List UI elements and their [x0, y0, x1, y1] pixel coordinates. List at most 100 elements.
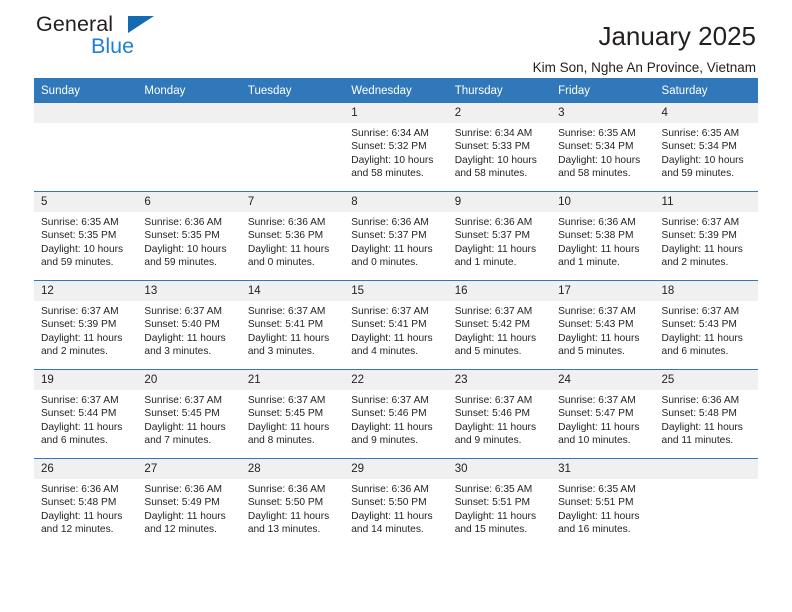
calendar-day-cell[interactable]: 12 Sunrise: 6:37 AM Sunset: 5:39 PM Dayligh…	[34, 280, 138, 370]
calendar-day-cell[interactable]: 9 Sunrise: 6:36 AM Sunset: 5:37 PM Daylight…	[447, 191, 552, 281]
calendar-day-cell[interactable]: 30 Sunrise: 6:35 AM Sunset: 5:51 PM Dayligh…	[447, 458, 552, 547]
calendar-day-cell[interactable]: 26 Sunrise: 6:36 AM Sunset: 5:48 PM Dayligh…	[34, 458, 138, 547]
day-details: Sunrise: 6:36 AM Sunset: 5:37 PM Daylight:…	[344, 212, 447, 269]
day-details: Sunrise: 6:35 AM Sunset: 5:34 PM Daylight:…	[655, 123, 758, 180]
day-details: Sunrise: 6:37 AM Sunset: 5:45 PM Daylight:…	[241, 390, 344, 447]
daylight-duration-line2: and 5 minutes.	[558, 345, 625, 357]
day-details: Sunrise: 6:37 AM Sunset: 5:45 PM Daylight:…	[137, 390, 240, 447]
sunset-time: Sunset: 5:48 PM	[41, 497, 117, 509]
calendar-day-cell[interactable]: 7 Sunrise: 6:36 AM Sunset: 5:36 PM Daylight…	[240, 191, 345, 281]
calendar-day-cell[interactable]: 22 Sunrise: 6:37 AM Sunset: 5:46 PM Dayligh…	[344, 369, 448, 459]
sunset-time: Sunset: 5:50 PM	[351, 497, 427, 509]
sunset-time: Sunset: 5:33 PM	[454, 141, 531, 153]
day-number: 7	[240, 192, 345, 212]
daylight-duration-line2: and 12 minutes.	[41, 523, 114, 535]
sunset-time: Sunset: 5:36 PM	[247, 230, 324, 242]
general-blue-logo[interactable]: General Blue	[36, 12, 236, 66]
weekday-header-wednesday: Wednesday	[344, 78, 448, 103]
day-number	[240, 103, 345, 123]
day-details: Sunrise: 6:37 AM Sunset: 5:40 PM Daylight:…	[137, 301, 240, 358]
sunrise-time: Sunrise: 6:35 AM	[41, 217, 119, 228]
calendar-day-cell[interactable]: 24 Sunrise: 6:37 AM Sunset: 5:47 PM Dayligh…	[551, 369, 655, 459]
sunrise-time: Sunrise: 6:37 AM	[454, 395, 533, 406]
calendar-day-cell[interactable]: 6 Sunrise: 6:36 AM Sunset: 5:35 PM Daylight…	[137, 191, 241, 281]
daylight-duration-line2: and 14 minutes.	[351, 523, 424, 535]
day-number: 4	[654, 103, 758, 123]
day-number: 22	[344, 370, 448, 390]
calendar-day-cell[interactable]: 25 Sunrise: 6:36 AM Sunset: 5:48 PM Dayligh…	[654, 369, 758, 459]
calendar-day-cell[interactable]: 31 Sunrise: 6:35 AM Sunset: 5:51 PM Dayligh…	[551, 458, 655, 547]
daylight-duration-line1: Daylight: 10 hours	[351, 154, 434, 166]
daylight-duration-line2: and 59 minutes.	[661, 167, 735, 179]
daylight-duration-line2: and 2 minutes.	[41, 345, 108, 357]
day-details: Sunrise: 6:36 AM Sunset: 5:50 PM Daylight:…	[344, 479, 447, 536]
daylight-duration-line1: Daylight: 11 hours	[247, 332, 330, 344]
page-subtitle: Kim Son, Nghe An Province, Vietnam	[532, 59, 756, 75]
day-number: 2	[447, 103, 552, 123]
daylight-duration-line2: and 2 minutes.	[661, 256, 729, 268]
daylight-duration-line1: Daylight: 11 hours	[558, 421, 640, 433]
calendar-day-cell[interactable]: 28 Sunrise: 6:36 AM Sunset: 5:50 PM Dayligh…	[240, 458, 345, 547]
daylight-duration-line1: Daylight: 11 hours	[144, 510, 226, 522]
daylight-duration-line1: Daylight: 10 hours	[558, 154, 641, 166]
sunrise-time: Sunrise: 6:35 AM	[661, 128, 740, 139]
daylight-duration-line2: and 9 minutes.	[454, 434, 522, 446]
daylight-duration-line1: Daylight: 11 hours	[41, 510, 123, 522]
calendar-day-cell[interactable]: 10 Sunrise: 6:36 AM Sunset: 5:38 PM Dayligh…	[551, 191, 655, 281]
day-details: Sunrise: 6:37 AM Sunset: 5:43 PM Daylight:…	[655, 301, 758, 358]
calendar-day-cell[interactable]: 19 Sunrise: 6:37 AM Sunset: 5:44 PM Dayligh…	[34, 369, 138, 459]
calendar-day-cell[interactable]: 27 Sunrise: 6:36 AM Sunset: 5:49 PM Dayligh…	[137, 458, 241, 547]
day-details: Sunrise: 6:34 AM Sunset: 5:32 PM Daylight:…	[344, 123, 447, 180]
daylight-duration-line1: Daylight: 11 hours	[454, 243, 537, 255]
calendar-cell-empty	[654, 458, 758, 547]
day-number: 31	[551, 459, 655, 479]
calendar-day-cell[interactable]: 29 Sunrise: 6:36 AM Sunset: 5:50 PM Dayligh…	[344, 458, 448, 547]
calendar-day-cell[interactable]: 1 Sunrise: 6:34 AM Sunset: 5:32 PM Daylight…	[344, 103, 448, 192]
sunset-time: Sunset: 5:51 PM	[454, 497, 531, 509]
calendar-day-cell[interactable]: 13 Sunrise: 6:37 AM Sunset: 5:40 PM Dayligh…	[137, 280, 241, 370]
sunset-time: Sunset: 5:43 PM	[661, 319, 737, 331]
sunset-time: Sunset: 5:35 PM	[41, 230, 117, 242]
calendar-day-cell[interactable]: 20 Sunrise: 6:37 AM Sunset: 5:45 PM Dayligh…	[137, 369, 241, 459]
sunset-time: Sunset: 5:35 PM	[144, 230, 220, 242]
daylight-duration-line1: Daylight: 11 hours	[558, 332, 640, 344]
day-number: 3	[551, 103, 655, 123]
daylight-duration-line2: and 0 minutes.	[247, 256, 315, 268]
sunset-time: Sunset: 5:45 PM	[247, 408, 324, 420]
calendar-day-cell[interactable]: 5 Sunrise: 6:35 AM Sunset: 5:35 PM Daylight…	[34, 191, 138, 281]
calendar-day-cell[interactable]: 3 Sunrise: 6:35 AM Sunset: 5:34 PM Daylight…	[551, 103, 655, 192]
sunrise-time: Sunrise: 6:34 AM	[454, 128, 533, 139]
day-details: Sunrise: 6:37 AM Sunset: 5:39 PM Daylight:…	[655, 212, 758, 269]
daylight-duration-line1: Daylight: 10 hours	[41, 243, 124, 255]
calendar-day-cell[interactable]: 15 Sunrise: 6:37 AM Sunset: 5:41 PM Dayligh…	[344, 280, 448, 370]
day-number: 27	[137, 459, 241, 479]
day-number: 6	[137, 192, 241, 212]
day-number: 1	[344, 103, 448, 123]
daylight-duration-line1: Daylight: 11 hours	[247, 510, 330, 522]
calendar-day-cell[interactable]: 14 Sunrise: 6:37 AM Sunset: 5:41 PM Dayligh…	[240, 280, 345, 370]
day-number: 14	[240, 281, 345, 301]
daylight-duration-line2: and 3 minutes.	[247, 345, 315, 357]
daylight-duration-line1: Daylight: 11 hours	[661, 243, 743, 255]
sunset-time: Sunset: 5:43 PM	[558, 319, 634, 331]
calendar-day-cell[interactable]: 4 Sunrise: 6:35 AM Sunset: 5:34 PM Daylight…	[654, 103, 758, 192]
calendar-day-cell[interactable]: 2 Sunrise: 6:34 AM Sunset: 5:33 PM Daylight…	[447, 103, 552, 192]
day-details: Sunrise: 6:35 AM Sunset: 5:51 PM Daylight:…	[551, 479, 654, 536]
calendar-day-cell[interactable]: 23 Sunrise: 6:37 AM Sunset: 5:46 PM Dayligh…	[447, 369, 552, 459]
calendar-day-cell[interactable]: 18 Sunrise: 6:37 AM Sunset: 5:43 PM Dayligh…	[654, 280, 758, 370]
day-details: Sunrise: 6:36 AM Sunset: 5:37 PM Daylight:…	[448, 212, 551, 269]
day-details: Sunrise: 6:37 AM Sunset: 5:43 PM Daylight:…	[551, 301, 654, 358]
sunrise-time: Sunrise: 6:36 AM	[41, 484, 119, 495]
sunrise-time: Sunrise: 6:37 AM	[247, 306, 326, 317]
calendar-day-cell[interactable]: 8 Sunrise: 6:36 AM Sunset: 5:37 PM Daylight…	[344, 191, 448, 281]
calendar-day-cell[interactable]: 17 Sunrise: 6:37 AM Sunset: 5:43 PM Dayligh…	[551, 280, 655, 370]
calendar-day-cell[interactable]: 11 Sunrise: 6:37 AM Sunset: 5:39 PM Dayligh…	[654, 191, 758, 281]
calendar-day-cell[interactable]: 16 Sunrise: 6:37 AM Sunset: 5:42 PM Dayligh…	[447, 280, 552, 370]
sunrise-time: Sunrise: 6:35 AM	[558, 128, 636, 139]
sunrise-time: Sunrise: 6:35 AM	[454, 484, 533, 495]
day-number: 30	[447, 459, 552, 479]
day-number: 23	[447, 370, 552, 390]
calendar-body: 1 Sunrise: 6:34 AM Sunset: 5:32 PM Daylight…	[34, 103, 758, 547]
calendar-day-cell[interactable]: 21 Sunrise: 6:37 AM Sunset: 5:45 PM Dayligh…	[240, 369, 345, 459]
sunset-time: Sunset: 5:37 PM	[351, 230, 427, 242]
